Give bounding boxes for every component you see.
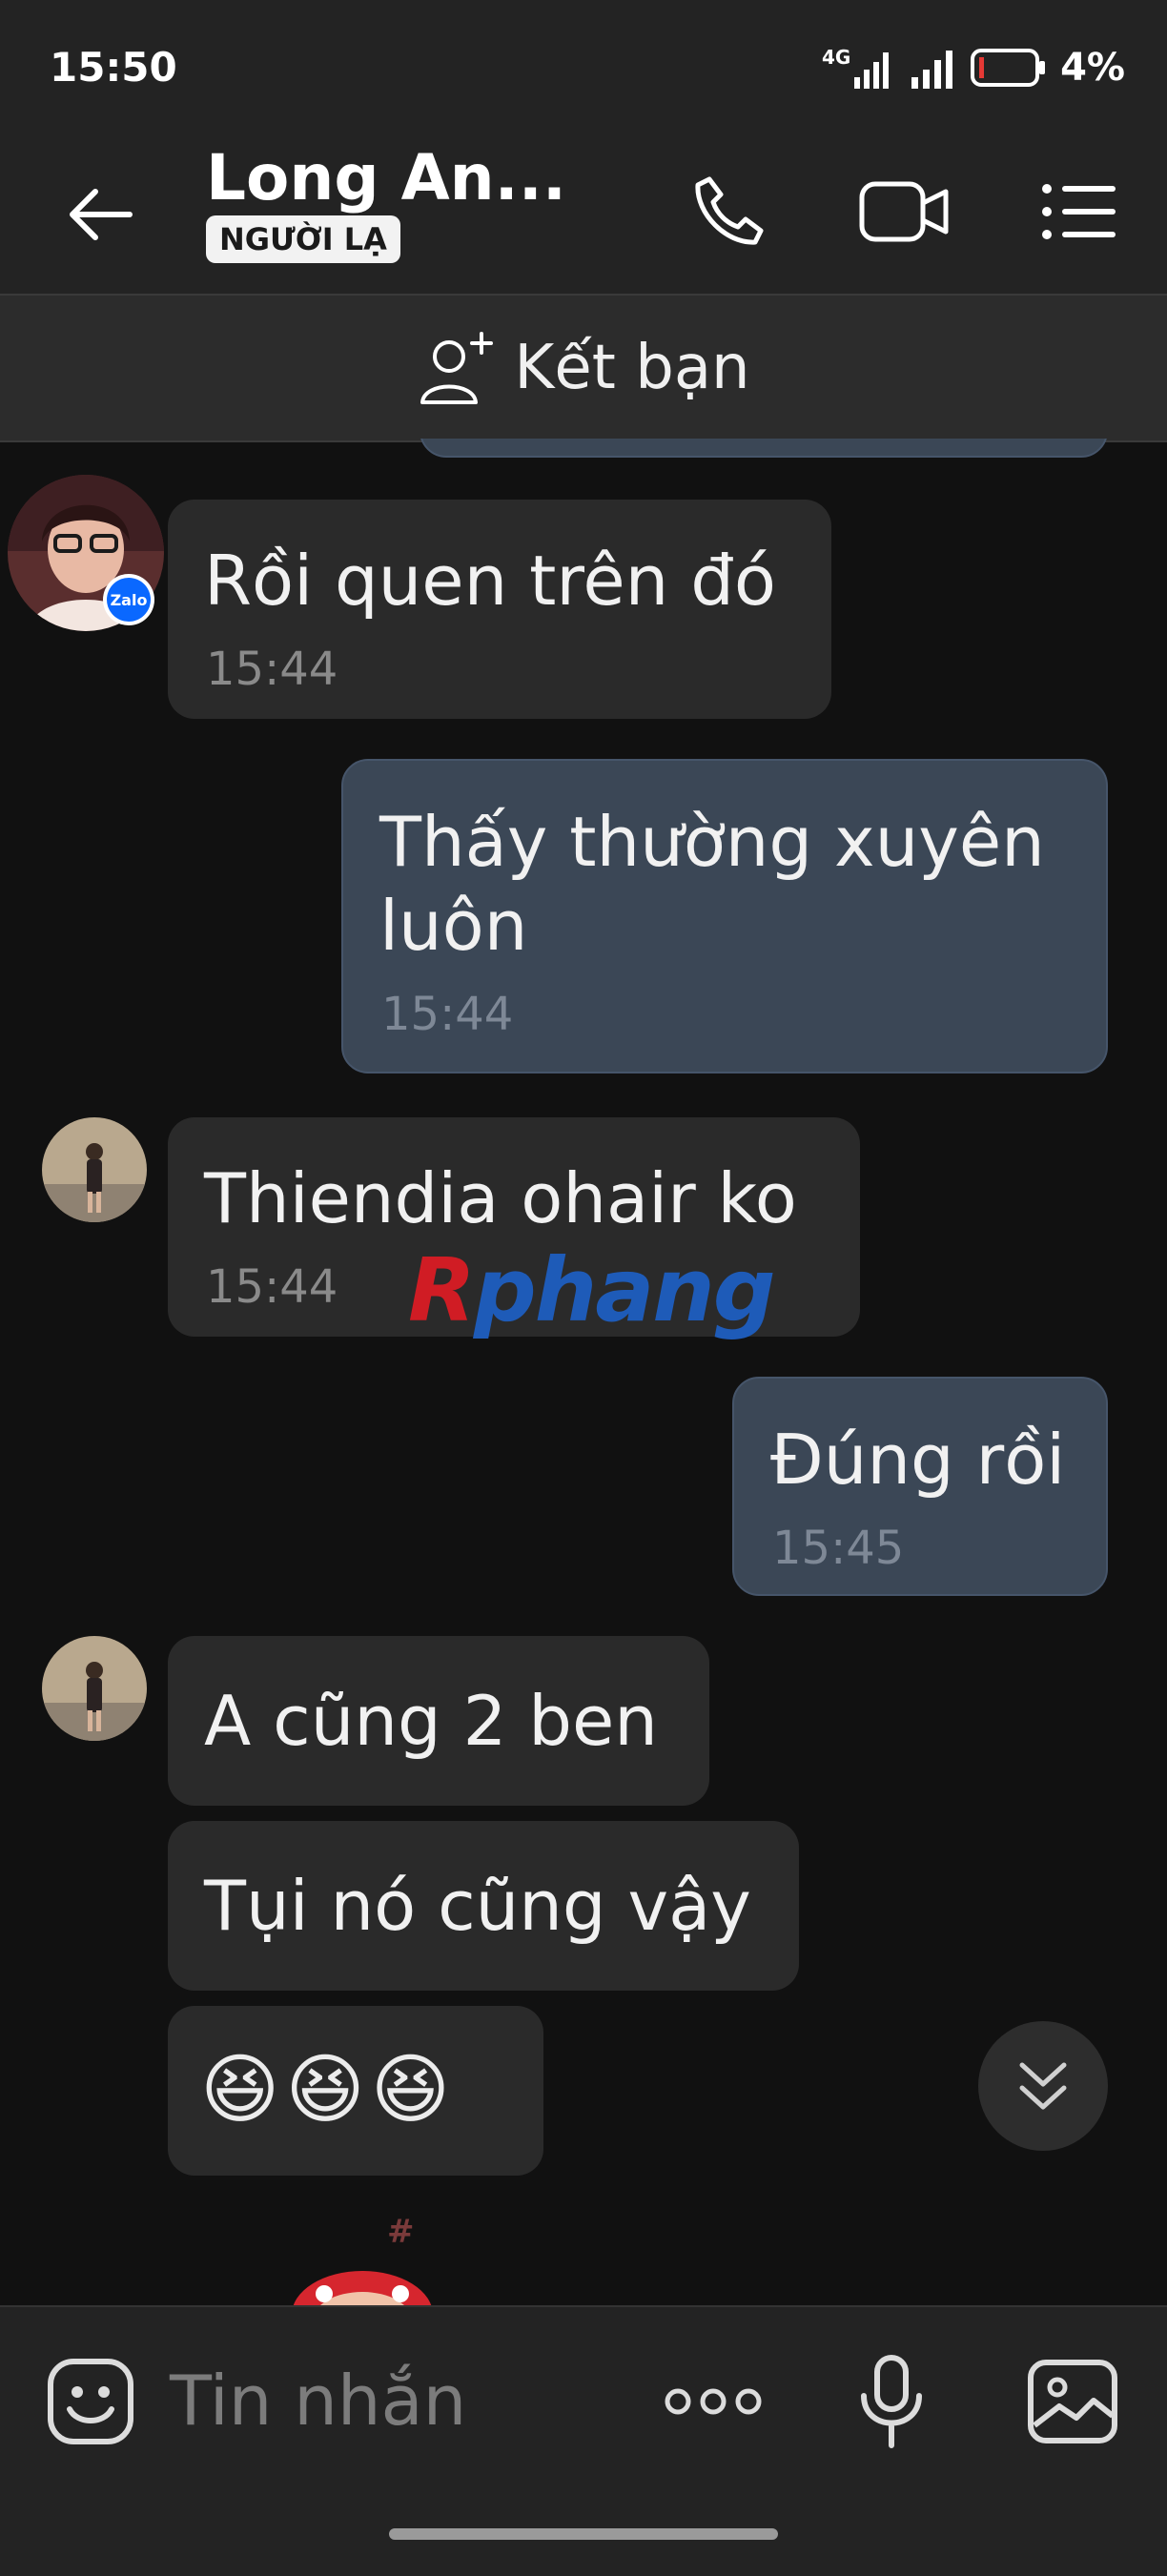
battery-icon (971, 49, 1046, 87)
add-friend-icon (420, 332, 494, 404)
message-bubble-incoming[interactable]: Tụi nó cũng vậy (168, 1821, 799, 1991)
sticker-preview[interactable]: # (257, 2210, 467, 2305)
signal-icon (911, 51, 953, 89)
message-time: 15:44 (206, 643, 338, 696)
more-options-button[interactable] (656, 2349, 770, 2454)
message-time: 15:45 (772, 1522, 905, 1575)
more-options-icon (665, 2388, 762, 2415)
svg-text:#: # (387, 2213, 415, 2251)
message-time: 15:44 (206, 1260, 338, 1314)
watermark-logo: Rphang (408, 1239, 776, 1341)
battery-percent: 4% (1060, 46, 1125, 90)
home-indicator[interactable] (389, 2528, 778, 2540)
add-friend-button[interactable]: Kết bạn (0, 294, 1167, 442)
call-button[interactable] (683, 166, 774, 257)
message-text: Thiendia ohair ko (204, 1158, 797, 1238)
message-bubble-incoming-emoji[interactable]: 😆😆😆 (168, 2006, 543, 2176)
watermark-letter: R (408, 1239, 476, 1341)
message-text: Rồi quen trên đó (204, 541, 776, 621)
back-button[interactable] (57, 172, 143, 257)
emoji-button[interactable] (38, 2349, 143, 2454)
status-bar: 15:50 4G 4% (0, 0, 1167, 133)
phone-icon (695, 176, 764, 245)
chat-header: Long An... NGƯỜI LẠ (0, 133, 1167, 294)
status-icons: 4G 4% (822, 44, 1125, 92)
video-call-icon (859, 181, 949, 242)
send-image-button[interactable] (1020, 2349, 1125, 2454)
message-bubble-outgoing-partial (420, 439, 1108, 458)
video-call-button[interactable] (858, 166, 950, 257)
message-time: 15:44 (381, 988, 514, 1041)
menu-list-icon (1042, 184, 1116, 239)
menu-button[interactable] (1034, 166, 1125, 257)
microphone-icon (861, 2355, 922, 2448)
contact-avatar-small[interactable] (42, 1636, 147, 1741)
message-text: Tụi nó cũng vậy (204, 1866, 751, 1946)
message-bubble-incoming[interactable]: Rồi quen trên đó 15:44 (168, 500, 831, 719)
watermark-rest: phang (473, 1239, 776, 1341)
emoji-icon (48, 2359, 133, 2444)
image-icon (1028, 2360, 1117, 2443)
zalo-badge-icon: Zalo (103, 574, 154, 625)
contact-name[interactable]: Long An... (206, 141, 566, 215)
add-friend-label: Kết bạn (514, 333, 750, 403)
voice-message-button[interactable] (839, 2349, 944, 2454)
avatar-photo (42, 1636, 147, 1741)
contact-avatar-small[interactable] (42, 1117, 147, 1222)
message-input[interactable]: Tin nhắn (170, 2361, 466, 2441)
scroll-to-bottom-button[interactable] (978, 2021, 1108, 2151)
message-text-line1: Thấy thường xuyên (379, 802, 1045, 882)
emoji-message-text: 😆😆😆 (200, 2045, 457, 2134)
signal-4g-icon: 4G (822, 46, 890, 89)
message-text: A cũng 2 ben (204, 1681, 658, 1761)
stranger-badge: NGƯỜI LẠ (206, 215, 400, 263)
scroll-down-icon (1019, 2062, 1067, 2110)
message-text-line2: luôn (379, 886, 528, 966)
message-list[interactable]: Zalo Rồi quen trên đó 15:44 Thấy thường … (0, 439, 1167, 2305)
message-bubble-outgoing[interactable]: Đúng rồi 15:45 (732, 1377, 1108, 1596)
message-input-bar: Tin nhắn (0, 2305, 1167, 2576)
avatar-photo (42, 1117, 147, 1222)
message-text: Đúng rồi (770, 1420, 1066, 1500)
back-arrow-icon (70, 189, 133, 240)
svg-text:4G: 4G (822, 46, 850, 69)
message-bubble-incoming[interactable]: A cũng 2 ben (168, 1636, 709, 1806)
message-bubble-outgoing[interactable]: Thấy thường xuyên luôn 15:44 (341, 759, 1108, 1073)
zalo-badge-text: Zalo (107, 578, 151, 622)
status-time: 15:50 (50, 44, 177, 91)
